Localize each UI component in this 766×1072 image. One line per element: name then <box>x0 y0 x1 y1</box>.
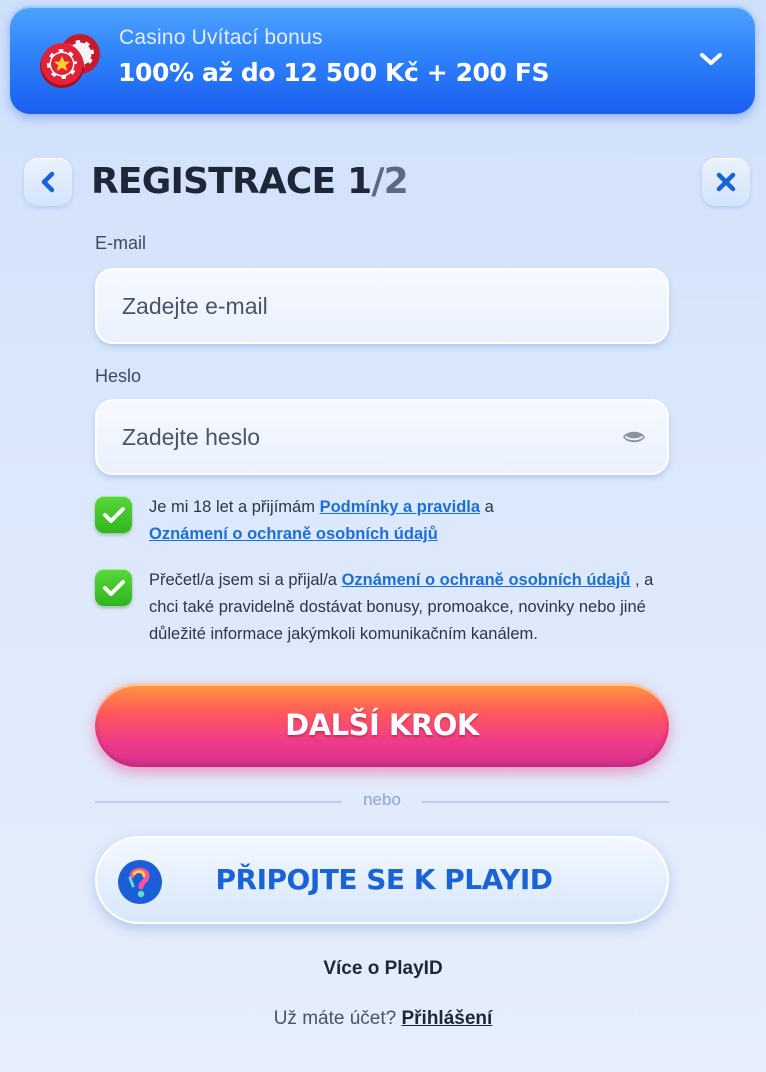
checkmark-icon <box>102 506 125 523</box>
chevron-down-icon[interactable] <box>698 50 724 68</box>
terms-checkbox[interactable] <box>95 496 132 533</box>
divider-line-right <box>422 801 669 803</box>
chevron-left-icon <box>41 171 55 193</box>
terms-link[interactable]: Podmínky a pravidla <box>320 498 480 516</box>
page-title: REGISTRACE 1/2 <box>91 158 409 206</box>
bonus-headline: 100% až do 12 500 Kč + 200 FS <box>118 58 550 87</box>
password-field-container[interactable] <box>95 399 669 475</box>
playid-button[interactable]: PŘIPOJTE SE K PLAYID <box>95 836 669 924</box>
casino-chips-icon <box>40 34 100 88</box>
terms-text-before: Je mi 18 let a přijímám <box>149 498 320 516</box>
marketing-checkbox[interactable] <box>95 569 132 606</box>
terms-consent-text: Je mi 18 let a přijímám Podmínky a pravi… <box>149 494 669 548</box>
more-about-playid-link[interactable]: Více o PlayID <box>0 958 766 980</box>
login-prompt: Už máte účet? Přihlášení <box>0 1008 766 1030</box>
divider-text: nebo <box>363 790 401 809</box>
email-field-container[interactable] <box>95 268 669 344</box>
password-label: Heslo <box>95 366 142 386</box>
privacy-link[interactable]: Oznámení o ochraně osobních údajů <box>149 525 438 543</box>
step-total: /2 <box>371 161 408 202</box>
close-button[interactable] <box>702 158 750 206</box>
terms-text-middle: a <box>480 498 494 516</box>
close-icon <box>716 172 736 192</box>
login-link[interactable]: Přihlášení <box>401 1008 492 1029</box>
next-step-button[interactable]: DALŠÍ KROK <box>95 683 669 767</box>
login-prompt-text: Už máte účet? <box>273 1008 402 1029</box>
password-field[interactable] <box>122 401 602 473</box>
eye-closed-icon[interactable] <box>621 428 647 446</box>
welcome-bonus-banner[interactable]: Casino Uvítací bonus 100% až do 12 500 K… <box>10 6 755 114</box>
marketing-text-before: Přečetl/a jsem si a přijal/a <box>149 571 342 589</box>
title-text: REGISTRACE 1 <box>91 161 372 202</box>
playid-button-label: PŘIPOJTE SE K PLAYID <box>215 863 554 896</box>
marketing-consent-text: Přečetl/a jsem si a přijal/a Oznámení o … <box>149 567 669 648</box>
email-field[interactable] <box>122 270 602 342</box>
back-button[interactable] <box>24 158 72 206</box>
divider-line-left <box>95 801 342 803</box>
checkmark-icon <box>102 579 125 596</box>
bonus-subtitle: Casino Uvítací bonus <box>119 26 323 49</box>
marketing-privacy-link[interactable]: Oznámení o ochraně osobních údajů <box>342 571 631 589</box>
email-label: E-mail <box>95 233 147 253</box>
